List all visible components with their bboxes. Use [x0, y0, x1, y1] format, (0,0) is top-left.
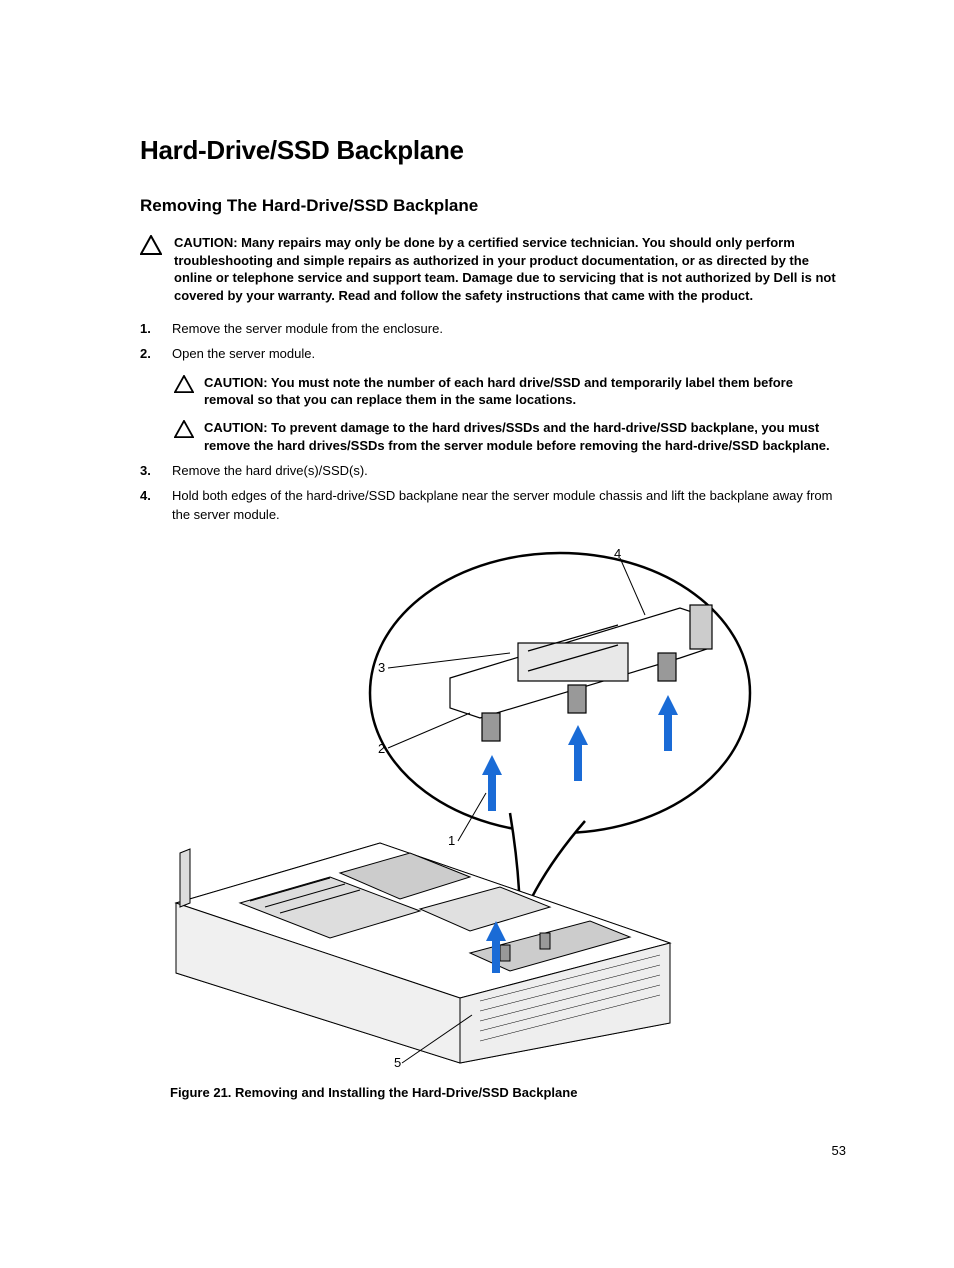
- caution-text: CAUTION: To prevent damage to the hard d…: [204, 419, 846, 454]
- caution-main: CAUTION: Many repairs may only be done b…: [140, 234, 846, 304]
- page-number: 53: [832, 1143, 846, 1158]
- caution-text: CAUTION: You must note the number of eac…: [204, 374, 846, 409]
- procedure-steps: Remove the server module from the enclos…: [140, 320, 846, 524]
- callout-2: 2: [378, 741, 385, 756]
- caution-nested-b: CAUTION: To prevent damage to the hard d…: [172, 419, 846, 454]
- figure-caption: Figure 21. Removing and Installing the H…: [170, 1085, 846, 1100]
- step-text: Open the server module.: [172, 346, 315, 361]
- caution-icon: [140, 235, 164, 255]
- caution-icon: [174, 375, 196, 393]
- callout-5: 5: [394, 1055, 401, 1070]
- callout-4: 4: [614, 546, 621, 561]
- step-text: Hold both edges of the hard-drive/SSD ba…: [172, 488, 832, 522]
- step-text: Remove the hard drive(s)/SSD(s).: [172, 463, 368, 478]
- figure-illustration: 4 3 2 1 5: [170, 543, 810, 1073]
- section-title: Removing The Hard-Drive/SSD Backplane: [140, 196, 846, 216]
- caution-text: CAUTION: Many repairs may only be done b…: [174, 234, 846, 304]
- step-text: Remove the server module from the enclos…: [172, 321, 443, 336]
- step-3: Remove the hard drive(s)/SSD(s).: [140, 462, 846, 481]
- step-4: Hold both edges of the hard-drive/SSD ba…: [140, 487, 846, 525]
- step-1: Remove the server module from the enclos…: [140, 320, 846, 339]
- diagram-svg: [170, 543, 810, 1073]
- page-title: Hard-Drive/SSD Backplane: [140, 135, 846, 166]
- step-2: Open the server module. CAUTION: You mus…: [140, 345, 846, 454]
- callout-1: 1: [448, 833, 455, 848]
- caution-icon: [174, 420, 196, 438]
- caution-nested-a: CAUTION: You must note the number of eac…: [172, 374, 846, 409]
- callout-3: 3: [378, 660, 385, 675]
